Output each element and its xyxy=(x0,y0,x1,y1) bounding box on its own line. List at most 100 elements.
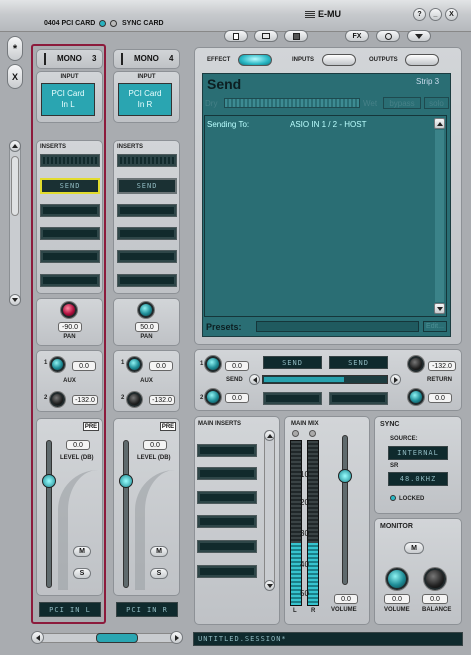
minimize-button[interactable]: _ xyxy=(429,8,442,21)
main-insert-slot[interactable] xyxy=(197,444,257,457)
sending-to-value[interactable]: ASIO IN 1 / 2 - HOST xyxy=(290,120,366,129)
fx-button[interactable]: FX xyxy=(345,30,369,42)
send-left-button[interactable] xyxy=(249,374,260,385)
input-selector[interactable]: PCI Card In L xyxy=(41,83,95,116)
bypass-button[interactable]: bypass xyxy=(383,97,421,109)
open-session-button[interactable] xyxy=(254,30,278,42)
insert-send-slot[interactable]: SEND xyxy=(117,178,177,194)
return2-value[interactable]: 0.0 xyxy=(428,393,452,403)
main-volume-track[interactable] xyxy=(342,435,348,585)
return1-knob[interactable] xyxy=(408,356,424,372)
insert-slot[interactable] xyxy=(117,274,177,287)
effect-scroll-track[interactable] xyxy=(435,130,444,302)
dry-wet-slider[interactable] xyxy=(224,98,360,108)
insert-send-slot[interactable]: SEND xyxy=(40,178,100,194)
main-insert-slot[interactable] xyxy=(197,540,257,553)
side-tab-x[interactable]: X xyxy=(7,64,23,89)
pre-button[interactable]: PRE xyxy=(160,422,176,431)
return1-value[interactable]: -132.0 xyxy=(428,361,456,371)
send-slot-2[interactable]: SEND xyxy=(329,356,388,369)
insert-slot[interactable] xyxy=(40,204,100,217)
effect-scroll-up[interactable] xyxy=(434,118,445,129)
fader-track[interactable] xyxy=(123,440,129,588)
help-button[interactable]: ? xyxy=(413,8,426,21)
send-slot-1[interactable]: SEND xyxy=(263,356,322,369)
monitor-volume-value[interactable]: 0.0 xyxy=(384,594,410,604)
send-right-button[interactable] xyxy=(390,374,401,385)
send2-value[interactable]: 0.0 xyxy=(225,393,249,403)
inputs-tab[interactable] xyxy=(322,54,356,66)
main-insert-slot[interactable] xyxy=(197,565,257,578)
send1-knob[interactable] xyxy=(205,356,221,372)
effect-scroll-down[interactable] xyxy=(434,303,445,314)
menu-button[interactable] xyxy=(407,30,431,42)
insert-meter-slot[interactable] xyxy=(117,154,177,167)
settings-button[interactable] xyxy=(376,30,400,42)
aux2-knob[interactable] xyxy=(127,392,142,407)
pan-knob[interactable] xyxy=(61,302,77,318)
monitor-volume-knob[interactable] xyxy=(386,568,408,590)
pan-value[interactable]: -90.0 xyxy=(58,322,82,332)
pan-value[interactable]: 50.0 xyxy=(135,322,159,332)
return2-knob[interactable] xyxy=(408,389,424,405)
monitor-balance-knob[interactable] xyxy=(424,568,446,590)
send-slot-3[interactable] xyxy=(263,392,322,405)
sync-indicator-icon[interactable] xyxy=(110,20,117,27)
main-inserts-scrollbar[interactable] xyxy=(264,430,275,590)
monitor-balance-value[interactable]: 0.0 xyxy=(422,594,448,604)
aux1-knob[interactable] xyxy=(50,357,65,372)
insert-slot[interactable] xyxy=(117,227,177,240)
level-value[interactable]: 0.0 xyxy=(143,440,167,450)
card-indicator-icon[interactable] xyxy=(99,20,106,27)
main-inserts-scroll-up[interactable] xyxy=(264,430,275,441)
strip-name[interactable]: PCI IN L xyxy=(39,602,101,617)
strip-name[interactable]: PCI IN R xyxy=(116,602,178,617)
pan-knob[interactable] xyxy=(138,302,154,318)
scroll-right-button[interactable] xyxy=(170,631,183,644)
send2-knob[interactable] xyxy=(205,389,221,405)
main-inserts-scroll-down[interactable] xyxy=(264,580,275,591)
send1-value[interactable]: 0.0 xyxy=(225,361,249,371)
main-volume-thumb[interactable] xyxy=(338,469,352,483)
send-slot-4[interactable] xyxy=(329,392,388,405)
scroll-up-button[interactable] xyxy=(9,140,21,152)
fader-track[interactable] xyxy=(46,440,52,588)
scroll-left-button[interactable] xyxy=(31,631,44,644)
insert-slot[interactable] xyxy=(40,250,100,263)
aux1-value[interactable]: 0.0 xyxy=(72,361,96,371)
scroll-down-button[interactable] xyxy=(9,294,21,306)
solo-button[interactable]: S xyxy=(73,568,91,579)
horizontal-scroll-thumb[interactable] xyxy=(96,633,138,643)
outputs-tab[interactable] xyxy=(405,54,439,66)
aux2-knob[interactable] xyxy=(50,392,65,407)
sync-source-value[interactable]: INTERNAL xyxy=(388,446,448,460)
mute-button[interactable]: M xyxy=(73,546,91,557)
aux1-value[interactable]: 0.0 xyxy=(149,361,173,371)
insert-slot[interactable] xyxy=(40,274,100,287)
main-volume-value[interactable]: 0.0 xyxy=(334,594,358,604)
fader-thumb[interactable] xyxy=(42,474,56,488)
edit-button[interactable]: Edit... xyxy=(423,321,447,332)
mute-button[interactable]: M xyxy=(150,546,168,557)
new-session-button[interactable] xyxy=(224,30,248,42)
aux2-value[interactable]: -132.0 xyxy=(149,395,175,405)
presets-field[interactable] xyxy=(256,321,419,332)
input-selector[interactable]: PCI Card In R xyxy=(118,83,172,116)
main-insert-slot[interactable] xyxy=(197,491,257,504)
solo-button[interactable]: S xyxy=(150,568,168,579)
insert-slot[interactable] xyxy=(40,227,100,240)
side-tab-star[interactable]: * xyxy=(7,36,23,61)
save-session-button[interactable] xyxy=(284,30,308,42)
insert-slot[interactable] xyxy=(117,204,177,217)
monitor-mute-button[interactable]: M xyxy=(404,542,424,554)
fader-thumb[interactable] xyxy=(119,474,133,488)
main-insert-slot[interactable] xyxy=(197,515,257,528)
insert-meter-slot[interactable] xyxy=(40,154,100,167)
aux2-value[interactable]: -132.0 xyxy=(72,395,98,405)
session-name[interactable]: UNTITLED.SESSION* xyxy=(193,632,463,646)
pre-button[interactable]: PRE xyxy=(83,422,99,431)
level-value[interactable]: 0.0 xyxy=(66,440,90,450)
effect-tab[interactable] xyxy=(238,54,272,66)
solo-button[interactable]: solo xyxy=(424,97,449,109)
main-insert-slot[interactable] xyxy=(197,467,257,480)
